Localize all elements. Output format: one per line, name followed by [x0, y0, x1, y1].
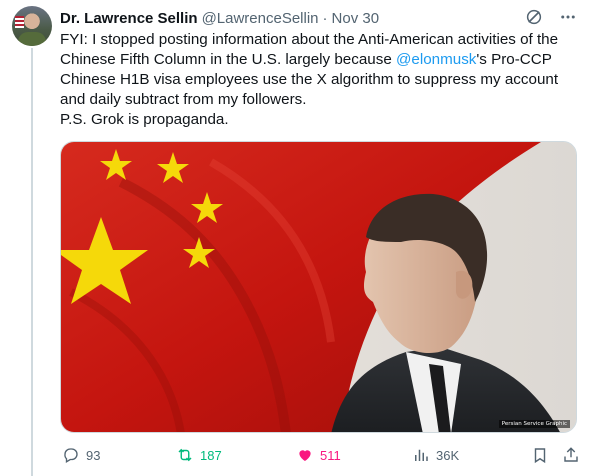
tweet-image[interactable]: Persian Service Graphic: [60, 141, 577, 433]
like-button[interactable]: 511: [296, 444, 341, 466]
repost-button[interactable]: 187: [176, 444, 222, 466]
repost-icon: [178, 448, 192, 462]
reply-icon: [64, 448, 78, 463]
share-button[interactable]: [562, 444, 580, 466]
uniform: [18, 32, 46, 46]
image-watermark: Persian Service Graphic: [498, 420, 570, 428]
tweet-paragraph: FYI: I stopped posting information about…: [60, 30, 582, 110]
grok-icon[interactable]: [525, 8, 543, 26]
tweet-postscript: P.S. Grok is propaganda.: [60, 111, 229, 128]
author-name[interactable]: Dr. Lawrence Sellin: [60, 10, 198, 27]
tweet-header: Dr. Lawrence Sellin @LawrenceSellin · No…: [60, 8, 577, 28]
views-button[interactable]: 36K: [412, 444, 459, 466]
repost-count: 187: [200, 447, 222, 463]
mention-link[interactable]: @elonmusk: [396, 51, 476, 68]
heart-icon: [299, 450, 311, 461]
separator: ·: [322, 9, 328, 27]
views-icon: [415, 449, 428, 461]
reply-button[interactable]: 93: [62, 444, 100, 466]
like-count: 511: [320, 447, 341, 463]
header-icons: [525, 8, 577, 26]
more-icon[interactable]: [559, 8, 577, 26]
reply-count: 93: [86, 447, 101, 463]
share-icon: [564, 447, 578, 462]
image-illustration: [61, 142, 576, 432]
action-bar: 93 187 511 36K: [60, 444, 582, 466]
bookmark-icon: [534, 448, 546, 464]
author-handle[interactable]: @LawrenceSellin: [202, 10, 319, 27]
view-count: 36K: [436, 447, 460, 463]
tweet-text: FYI: I stopped posting information about…: [60, 30, 582, 130]
tweet-date[interactable]: Nov 30: [332, 10, 380, 27]
avatar[interactable]: [12, 6, 52, 46]
flag-patch: [15, 16, 24, 28]
bookmark-button[interactable]: [531, 444, 549, 466]
thread-line: [31, 48, 33, 476]
